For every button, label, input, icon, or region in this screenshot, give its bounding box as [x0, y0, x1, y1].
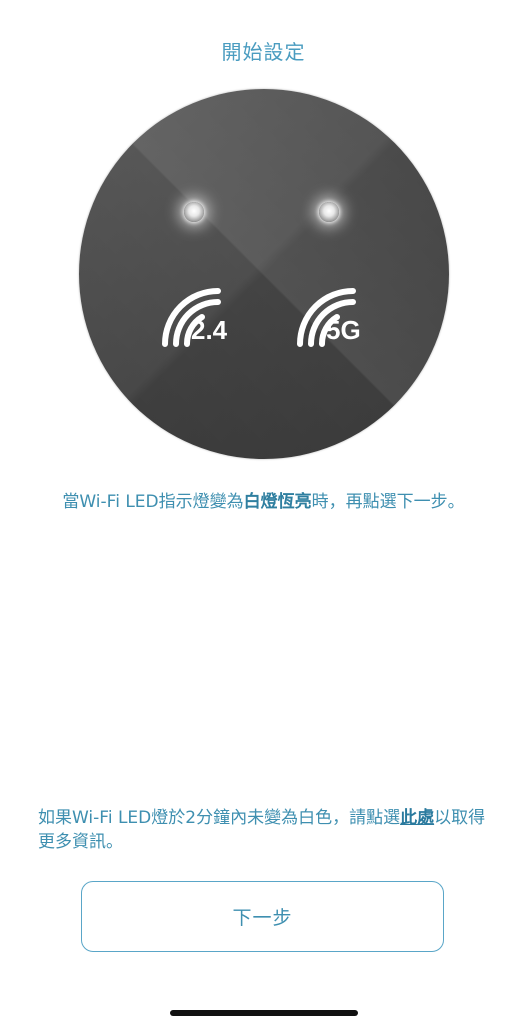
band-2-4ghz-indicator: 2.4	[161, 287, 231, 347]
device-sheen	[79, 89, 449, 459]
band-label: 2.4	[191, 315, 228, 345]
setup-screen: 開始設定 2.4 5G 當Wi-Fi LED指示燈變為白燈恆亮時，再點選下一步。…	[0, 0, 527, 1027]
router-device-illustration: 2.4 5G	[79, 89, 449, 459]
page-title: 開始設定	[221, 40, 306, 64]
instruction-highlight: 白燈恆亮	[243, 492, 312, 512]
help-text: 如果Wi-Fi LED燈於2分鐘內未變為白色，請點選此處以取得更多資訊。	[38, 806, 498, 854]
instruction-prefix: 當Wi-Fi LED指示燈變為	[62, 492, 244, 512]
led-light-icon	[184, 202, 204, 222]
instruction-suffix: 時，再點選下一步。	[311, 492, 465, 512]
instruction-text: 當Wi-Fi LED指示燈變為白燈恆亮時，再點選下一步。	[40, 490, 487, 514]
help-prefix: 如果Wi-Fi LED燈於2分鐘內未變為白色，請點選	[38, 808, 401, 828]
band-5ghz-indicator: 5G	[296, 287, 366, 347]
next-button[interactable]: 下一步	[81, 881, 444, 952]
led-light-icon	[319, 202, 339, 222]
band-label: 5G	[326, 315, 361, 345]
home-indicator[interactable]	[170, 1010, 358, 1016]
help-link[interactable]: 此處	[400, 808, 434, 828]
